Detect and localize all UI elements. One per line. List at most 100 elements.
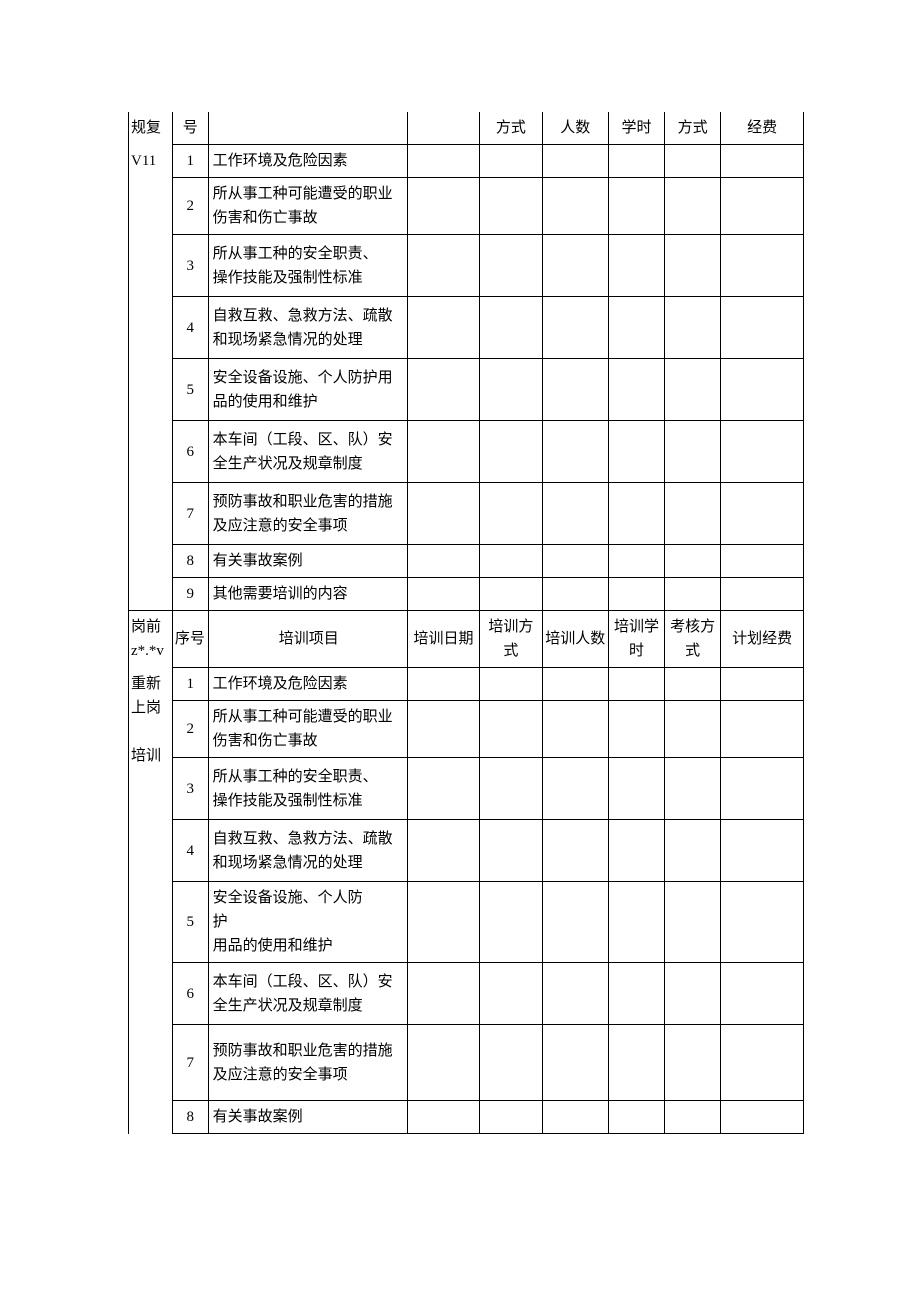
row-seq: 3 xyxy=(172,758,208,820)
cell xyxy=(407,963,480,1025)
cell xyxy=(542,545,608,578)
cell xyxy=(407,178,480,235)
cell xyxy=(407,421,480,483)
cell xyxy=(542,235,608,297)
cell xyxy=(542,1101,608,1134)
cell xyxy=(665,701,721,758)
cell xyxy=(542,668,608,701)
cell xyxy=(407,145,480,178)
row-item: 有关事故案例 xyxy=(208,1101,407,1134)
row-seq: 8 xyxy=(172,545,208,578)
cell xyxy=(407,1101,480,1134)
cell xyxy=(480,421,542,483)
cell xyxy=(480,758,542,820)
cell xyxy=(407,483,480,545)
cell xyxy=(665,820,721,882)
cell xyxy=(480,820,542,882)
row-seq: 4 xyxy=(172,820,208,882)
document-page: 规复 号 方式 人数 学时 方式 经费 V11 1 工作环境及危险因素 2 所从… xyxy=(0,0,920,1242)
cell xyxy=(721,235,804,297)
cell xyxy=(480,882,542,963)
header-item: 培训项目 xyxy=(208,611,407,668)
cell xyxy=(665,1025,721,1101)
row-seq: 8 xyxy=(172,1101,208,1134)
cell xyxy=(542,758,608,820)
cell xyxy=(665,235,721,297)
header-date: 培训日期 xyxy=(407,611,480,668)
header-seq: 序号 xyxy=(172,611,208,668)
cell xyxy=(608,483,664,545)
row-seq: 4 xyxy=(172,297,208,359)
cell xyxy=(665,359,721,421)
table-row: 5 安全设备设施、个人防护用品的使用和维护 xyxy=(129,882,804,963)
cell xyxy=(542,145,608,178)
cell xyxy=(721,145,804,178)
header-fee: 经费 xyxy=(721,112,804,145)
cell xyxy=(721,701,804,758)
cell xyxy=(665,145,721,178)
cell xyxy=(608,421,664,483)
cell xyxy=(608,1101,664,1134)
header-assess: 方式 xyxy=(665,112,721,145)
row-seq: 1 xyxy=(172,145,208,178)
row-item: 预防事故和职业危害的措施及应注意的安全事项 xyxy=(208,483,407,545)
cell xyxy=(665,668,721,701)
row-seq: 1 xyxy=(172,668,208,701)
header-people: 人数 xyxy=(542,112,608,145)
table-row: 6 本车间（工段、区、队）安全生产状况及规章制度 xyxy=(129,963,804,1025)
table-row: 3 所从事工种的安全职责、操作技能及强制性标准 xyxy=(129,758,804,820)
cell xyxy=(665,178,721,235)
cell xyxy=(721,545,804,578)
row-item: 所从事工种的安全职责、操作技能及强制性标准 xyxy=(208,235,407,297)
header-assess: 考核方式 xyxy=(665,611,721,668)
cat-text: z*.*v xyxy=(131,643,164,659)
table-row: 2 所从事工种可能遭受的职业伤害和伤亡事故 xyxy=(129,701,804,758)
cell xyxy=(480,578,542,611)
table-row: 4 自救互救、急救方法、疏散和现场紧急情况的处理 xyxy=(129,297,804,359)
cell xyxy=(407,758,480,820)
row-seq: 7 xyxy=(172,1025,208,1101)
row-item: 所从事工种可能遭受的职业伤害和伤亡事故 xyxy=(208,178,407,235)
section2-category-cell-a: 岗前 z*.*v xyxy=(129,611,173,668)
row-seq: 5 xyxy=(172,359,208,421)
header-mode: 方式 xyxy=(480,112,542,145)
cell xyxy=(721,421,804,483)
table-row: 9 其他需要培训的内容 xyxy=(129,578,804,611)
cell xyxy=(407,359,480,421)
table-row: 3 所从事工种的安全职责、操作技能及强制性标准 xyxy=(129,235,804,297)
cell xyxy=(608,235,664,297)
cell xyxy=(608,178,664,235)
cell xyxy=(608,701,664,758)
row-item: 所从事工种的安全职责、操作技能及强制性标准 xyxy=(208,758,407,820)
cell xyxy=(721,297,804,359)
cell xyxy=(721,359,804,421)
cell xyxy=(608,668,664,701)
row-item: 安全设备设施、个人防护用品的使用和维护 xyxy=(208,882,407,963)
cat-text: 培训 xyxy=(131,748,161,764)
cell xyxy=(407,1025,480,1101)
row-seq: 2 xyxy=(172,701,208,758)
cell xyxy=(407,701,480,758)
header-fee: 计划经费 xyxy=(721,611,804,668)
cell xyxy=(480,297,542,359)
row-seq: 7 xyxy=(172,483,208,545)
cell xyxy=(608,758,664,820)
cell xyxy=(542,701,608,758)
cell xyxy=(480,359,542,421)
cell xyxy=(608,820,664,882)
cell xyxy=(608,578,664,611)
cell xyxy=(721,758,804,820)
cell xyxy=(665,421,721,483)
cell xyxy=(480,1025,542,1101)
cell xyxy=(407,820,480,882)
cell xyxy=(721,178,804,235)
cell xyxy=(407,578,480,611)
cell xyxy=(407,297,480,359)
cell xyxy=(542,578,608,611)
cell xyxy=(665,963,721,1025)
cell xyxy=(721,1101,804,1134)
cell xyxy=(721,820,804,882)
cell xyxy=(721,483,804,545)
cell xyxy=(407,882,480,963)
cell xyxy=(608,545,664,578)
